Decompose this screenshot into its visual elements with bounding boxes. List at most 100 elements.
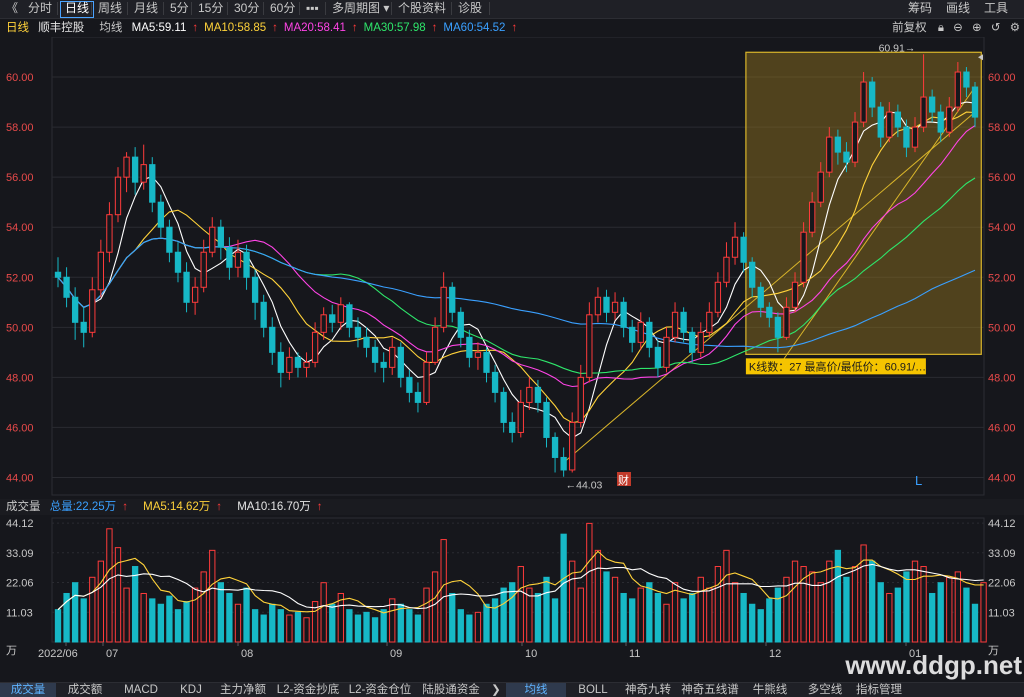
volume-bar[interactable] <box>106 528 113 643</box>
volume-bar[interactable] <box>723 549 730 643</box>
volume-bar[interactable] <box>740 592 747 643</box>
volume-bar[interactable] <box>166 595 173 643</box>
candle[interactable] <box>251 269 259 320</box>
toolbar-item-3[interactable]: 月线 <box>130 1 162 16</box>
volume-bar[interactable] <box>209 549 216 643</box>
volume-bar[interactable] <box>603 571 610 643</box>
bottom-tab-7[interactable]: 陆股通资金 <box>416 683 486 697</box>
volume-bar[interactable] <box>680 598 687 643</box>
candle[interactable] <box>474 342 482 370</box>
volume-bar[interactable] <box>534 592 542 643</box>
volume-bar[interactable] <box>860 544 867 643</box>
volume-bar[interactable] <box>851 566 859 643</box>
back-button[interactable]: 《 <box>2 1 22 16</box>
toolbar-item-10[interactable]: 个股资料 <box>394 1 450 16</box>
volume-bar[interactable] <box>646 582 653 643</box>
candle[interactable] <box>294 352 302 378</box>
volume-bar[interactable] <box>894 587 902 643</box>
volume-bar[interactable] <box>346 609 353 643</box>
volume-bar[interactable] <box>620 592 627 643</box>
volume-bar[interactable] <box>946 576 953 643</box>
volume-bar[interactable] <box>980 582 987 643</box>
candle[interactable] <box>663 327 670 373</box>
toolbar-item-0[interactable]: 分时 <box>24 1 56 16</box>
volume-bar[interactable] <box>183 601 190 643</box>
candle[interactable] <box>423 352 430 405</box>
volume-bar[interactable] <box>911 560 919 643</box>
candle[interactable] <box>449 282 456 323</box>
volume-bar[interactable] <box>354 614 362 643</box>
volume-bar[interactable] <box>251 609 259 643</box>
volume-bar[interactable] <box>560 533 567 643</box>
volume-bar[interactable] <box>140 592 147 643</box>
candle[interactable] <box>226 237 233 280</box>
volume-bar[interactable] <box>903 571 910 643</box>
volume-bar[interactable] <box>577 587 584 643</box>
candle[interactable] <box>97 239 105 298</box>
bottom-tab-14[interactable]: 指标管理 <box>854 683 904 697</box>
volume-bar[interactable] <box>817 582 824 643</box>
volume-bar[interactable] <box>491 598 499 643</box>
candle[interactable] <box>80 307 87 348</box>
candle[interactable] <box>457 307 464 348</box>
cai-badge[interactable]: 财 <box>618 473 629 487</box>
candle[interactable] <box>123 152 130 193</box>
volume-bar[interactable] <box>697 576 704 643</box>
lock-icon[interactable]: 🔒︎ <box>938 22 944 34</box>
undo-icon[interactable]: ↺ <box>991 22 1001 34</box>
volume-bar[interactable] <box>149 598 156 643</box>
volume-bar[interactable] <box>457 609 464 643</box>
volume-bar[interactable] <box>423 587 430 643</box>
candle[interactable] <box>431 317 439 365</box>
volume-bar[interactable] <box>731 582 739 643</box>
candle[interactable] <box>731 222 739 265</box>
volume-bar[interactable] <box>80 598 87 643</box>
volume-bar[interactable] <box>294 611 302 643</box>
candle[interactable] <box>363 327 370 358</box>
bottom-tab-2[interactable]: MACD <box>114 683 168 697</box>
volume-bar[interactable] <box>397 603 404 643</box>
candle[interactable] <box>149 157 156 213</box>
volume-bar[interactable] <box>71 582 79 643</box>
bottom-tab-10[interactable]: 神奇九转 <box>620 683 676 697</box>
volume-bar[interactable] <box>466 614 473 643</box>
candle[interactable] <box>637 312 644 350</box>
candle[interactable] <box>629 319 636 353</box>
candle[interactable] <box>689 327 696 363</box>
volume-bar[interactable] <box>380 609 387 643</box>
volume-bar[interactable] <box>431 571 439 643</box>
candle[interactable] <box>243 244 250 290</box>
volume-bar[interactable] <box>928 592 936 643</box>
candle[interactable] <box>491 364 499 403</box>
volume-chart[interactable]: 44.12 44.12 33.09 33.09 22.06 22.06 11.03 11.03… <box>0 516 1024 682</box>
candle[interactable] <box>63 267 70 308</box>
toolbar-item-7[interactable]: 60分 <box>266 1 299 16</box>
candle[interactable] <box>234 239 242 278</box>
bottom-tab-0[interactable]: 成交量 <box>0 683 56 697</box>
candle[interactable] <box>346 302 353 338</box>
candle[interactable] <box>54 257 62 288</box>
candle[interactable] <box>337 297 344 330</box>
volume-bar[interactable] <box>260 614 267 643</box>
gear-icon[interactable]: ⚙ <box>1010 22 1020 34</box>
volume-bar[interactable] <box>97 560 105 643</box>
candle[interactable] <box>594 287 602 323</box>
toolbar-right-2[interactable]: 工具 <box>980 1 1012 16</box>
candle[interactable] <box>560 447 567 477</box>
candle[interactable] <box>380 352 387 383</box>
candle[interactable] <box>586 302 593 383</box>
l-marker[interactable]: L <box>915 473 922 488</box>
toolbar-right-1[interactable]: 画线 <box>942 1 974 16</box>
volume-bar[interactable] <box>551 598 559 643</box>
candle[interactable] <box>620 297 627 338</box>
volume-bar[interactable] <box>269 603 276 643</box>
candle[interactable] <box>174 242 182 283</box>
volume-bar[interactable] <box>714 566 722 643</box>
candle[interactable] <box>329 304 336 333</box>
volume-bar[interactable] <box>286 614 293 643</box>
candle[interactable] <box>389 337 396 375</box>
volume-bar[interactable] <box>689 592 696 643</box>
candle[interactable] <box>646 317 653 358</box>
volume-bar[interactable] <box>611 576 619 643</box>
bottom-tab-1[interactable]: 成交额 <box>56 683 114 697</box>
